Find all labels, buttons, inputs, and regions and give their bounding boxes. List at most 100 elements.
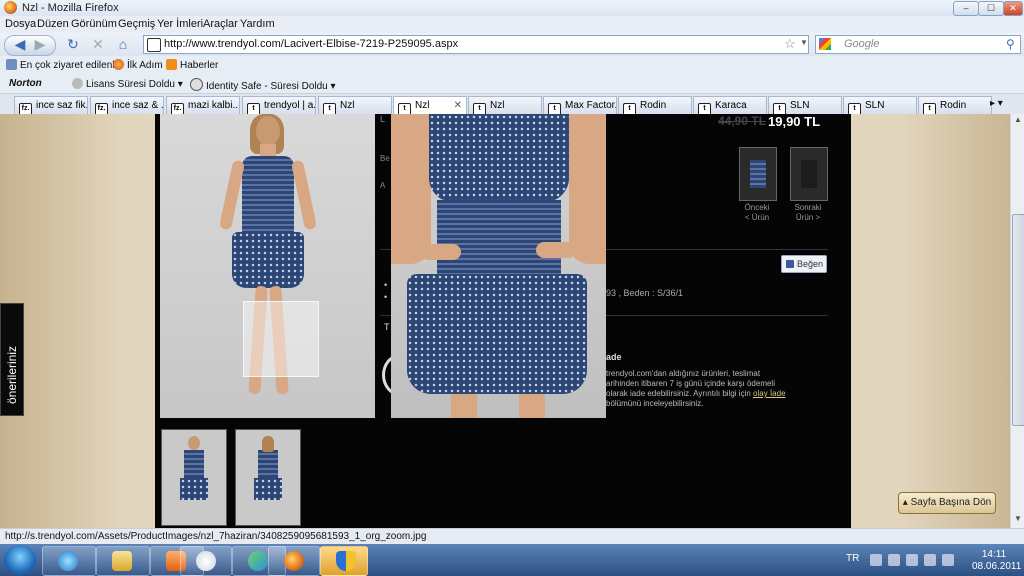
recommendations-side-tab[interactable]: önerileriniz — [0, 303, 24, 416]
tab-10[interactable]: t SLN — [768, 96, 842, 114]
tab-3[interactable]: t trendyol | a... — [242, 96, 316, 114]
tab-favicon-icon: t — [773, 103, 786, 114]
search-bar[interactable]: Google ⚲ — [815, 35, 1021, 54]
stop-icon[interactable]: ✕ — [89, 36, 107, 53]
tab-label: trendyol | a... — [264, 100, 316, 111]
next-product-thumbnail[interactable] — [790, 147, 828, 201]
back-to-top-button[interactable]: ▴ Sayfa Başına Dön — [898, 492, 996, 514]
next-product-link[interactable]: Sonraki Ürün > — [783, 203, 833, 223]
tab-close-icon[interactable]: ✕ — [454, 97, 462, 114]
tab-favicon-icon: t — [848, 103, 861, 114]
model-face — [188, 436, 200, 450]
menu-bar: Dosya Düzen Görünüm Geçmiş Yer İmleri Ar… — [0, 16, 1024, 33]
return-policy-title: ade — [606, 352, 622, 362]
bookmark-haberler[interactable]: Haberler — [166, 59, 218, 71]
search-magnifier-icon[interactable]: ⚲ — [1006, 37, 1015, 51]
network-icon[interactable] — [924, 554, 936, 566]
dress-skirt — [232, 232, 304, 288]
forward-arrow-icon[interactable]: ▶ — [31, 36, 49, 53]
norton-license-menu[interactable]: Lisans Süresi Doldu ▾ — [72, 78, 183, 90]
tray-arrow-icon[interactable] — [870, 554, 882, 566]
scroll-thumb[interactable] — [1012, 214, 1024, 426]
url-dropdown-icon[interactable]: ▼ — [800, 38, 808, 47]
previous-product-link[interactable]: Önceki < Ürün — [732, 203, 782, 223]
zoom-lens[interactable] — [243, 301, 319, 377]
hp-icon — [196, 551, 216, 571]
bookmark-ilk-adim[interactable]: İlk Adım — [113, 59, 163, 71]
tray-flag-icon[interactable] — [906, 554, 918, 566]
recommendations-label: önerileriniz — [5, 345, 19, 404]
clock[interactable]: 14:11 08.06.2011 — [972, 549, 1021, 573]
menu-duzen[interactable]: Düzen — [37, 18, 69, 30]
maximize-button[interactable]: ☐ — [978, 1, 1004, 16]
vertical-scrollbar[interactable]: ▲ ▼ — [1010, 114, 1024, 528]
return-policy-link[interactable]: olay İade — [753, 389, 785, 398]
url-bar[interactable]: http://www.trendyol.com/Lacivert-Elbise-… — [143, 35, 809, 54]
tab-12[interactable]: t Rodin — [918, 96, 992, 114]
home-icon[interactable]: ⌂ — [114, 36, 132, 53]
product-thumbnail-back[interactable] — [235, 429, 301, 526]
menu-yer-imleri[interactable]: Yer İmleri — [157, 18, 203, 30]
volume-icon[interactable] — [942, 554, 954, 566]
bookmark-star-icon[interactable]: ☆ — [784, 36, 796, 52]
scroll-down-icon[interactable]: ▼ — [1012, 514, 1024, 526]
url-text[interactable]: http://www.trendyol.com/Lacivert-Elbise-… — [164, 38, 458, 50]
tab-label: Nzl — [340, 100, 355, 111]
return-policy-body: trendyol.com'dan aldığınız ürünleri, tes… — [606, 369, 775, 398]
firefox-icon — [284, 551, 304, 571]
norton-status-icon — [72, 78, 83, 89]
tab-11[interactable]: t SLN — [843, 96, 917, 114]
tab-scroll-icon[interactable]: ▸ ▾ — [990, 98, 1003, 109]
scroll-up-icon[interactable]: ▲ — [1012, 115, 1024, 127]
reload-icon[interactable]: ↻ — [64, 36, 82, 53]
ie-icon — [58, 551, 78, 571]
tab-favicon-icon: fz. — [171, 103, 184, 114]
tab-6[interactable]: t Nzl — [468, 96, 542, 114]
start-button[interactable] — [4, 545, 36, 575]
tab-favicon-icon: fz. — [19, 103, 32, 114]
tab-0[interactable]: fz. ince saz fik... — [14, 96, 88, 114]
tray-app-icon[interactable] — [888, 554, 900, 566]
identity-safe-menu[interactable]: Identity Safe - Süresi Doldu ▾ — [190, 78, 336, 92]
tab-7[interactable]: t Max Factor... — [543, 96, 617, 114]
close-button[interactable]: ✕ — [1003, 1, 1023, 16]
return-policy-text: trendyol.com'dan aldığınız ürünleri, tes… — [606, 369, 786, 409]
google-engine-icon[interactable] — [819, 38, 831, 50]
menu-dosya[interactable]: Dosya — [5, 18, 36, 30]
previous-product-thumbnail[interactable] — [739, 147, 777, 201]
tab-label: mazi kalbi... — [188, 100, 240, 111]
model-arm — [290, 159, 318, 231]
menu-yardim[interactable]: Yardım — [240, 18, 275, 30]
menu-araclar[interactable]: Araçlar — [203, 18, 238, 30]
model-arm — [391, 114, 431, 264]
search-placeholder[interactable]: Google — [844, 38, 879, 50]
product-thumbnail-front[interactable] — [161, 429, 227, 526]
back-arrow-icon[interactable]: ◀ — [11, 36, 29, 53]
taskbar-firefox[interactable] — [268, 546, 320, 576]
tab-5[interactable]: t Nzl ✕ — [393, 96, 467, 115]
tab-label: SLN — [865, 100, 885, 111]
tab-8[interactable]: t Rodin — [618, 96, 692, 114]
menu-gecmis[interactable]: Geçmiş — [118, 18, 155, 30]
tab-2[interactable]: fz. mazi kalbi... — [166, 96, 240, 114]
navigation-toolbar: ◀ ▶ ↻ ✕ ⌂ http://www.trendyol.com/Lacive… — [0, 33, 1024, 56]
menu-gorunum[interactable]: Görünüm — [71, 18, 117, 30]
tab-4[interactable]: t Nzl — [318, 96, 392, 114]
tab-favicon-icon: t — [548, 103, 561, 114]
minimize-button[interactable]: – — [953, 1, 979, 16]
bookmark-label: Haberler — [180, 60, 219, 71]
language-indicator[interactable]: TR — [846, 553, 859, 564]
taskbar-security[interactable] — [320, 546, 368, 576]
product-zoom-image — [391, 114, 606, 418]
taskbar-explorer[interactable] — [96, 546, 150, 576]
bookmark-most-visited[interactable]: En çok ziyaret edilenler — [6, 59, 123, 71]
tab-1[interactable]: fz. ince saz & ... — [90, 96, 164, 114]
tab-9[interactable]: t Karaca — [693, 96, 767, 114]
taskbar-ie[interactable] — [42, 546, 96, 576]
firefox-small-icon — [113, 59, 124, 70]
dress-bodice — [750, 160, 766, 188]
taskbar-hp[interactable] — [180, 546, 232, 576]
model-hand — [536, 242, 576, 258]
facebook-like-button[interactable]: Beğen — [781, 255, 827, 273]
norton-logo[interactable]: Norton — [9, 78, 42, 89]
